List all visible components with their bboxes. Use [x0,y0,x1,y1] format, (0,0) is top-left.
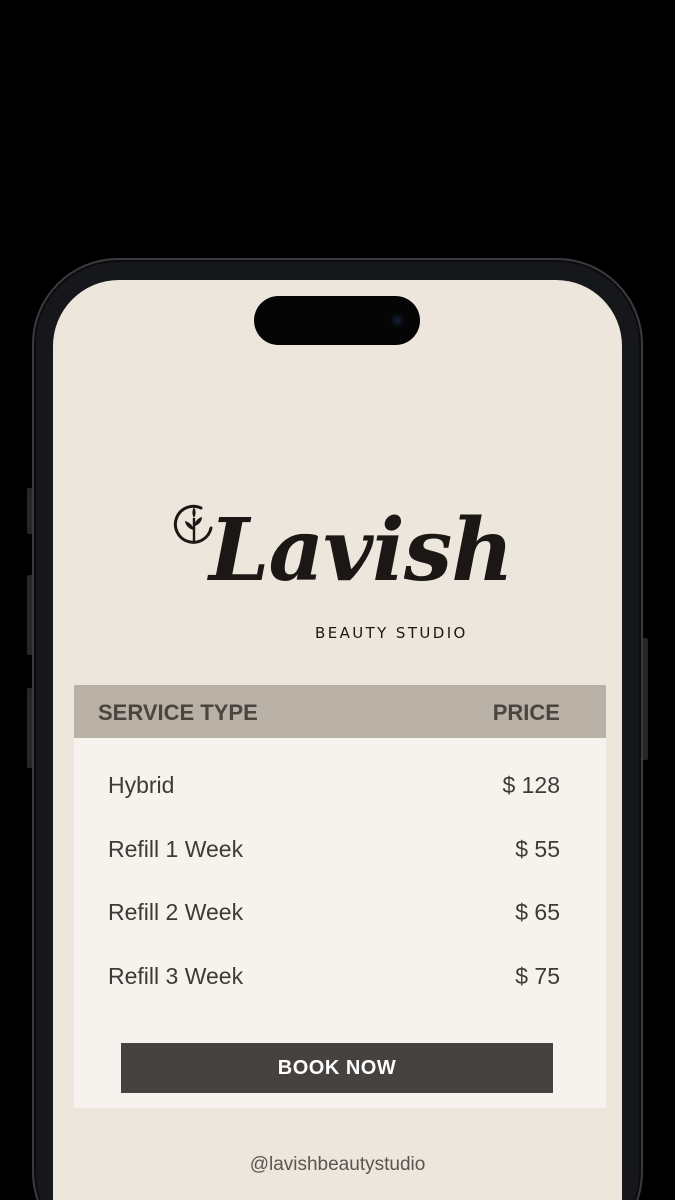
service-price: $ 65 [515,899,560,925]
service-price: $ 55 [515,836,560,862]
price-table-header: SERVICE TYPE PRICE [74,685,606,738]
service-name: Refill 2 Week [108,899,244,925]
service-name: Refill 3 Week [108,963,244,989]
book-now-button[interactable]: BOOK NOW [121,1043,553,1093]
price-header: PRICE [492,700,560,725]
service-name: Refill 1 Week [108,836,244,862]
page: Lavish BEAUTY STUDIO SERVICE TYPE PRICE … [0,0,675,1200]
table-row: Hybrid $ 128 [74,766,606,806]
service-price: $ 128 [502,772,560,798]
price-table: Hybrid $ 128 Refill 1 Week $ 55 Refill 2… [74,738,606,1108]
service-price: $ 75 [515,963,560,989]
brand-tagline: BEAUTY STUDIO [315,624,468,642]
table-row: Refill 2 Week $ 65 [74,893,606,933]
phone-screen: Lavish BEAUTY STUDIO SERVICE TYPE PRICE … [53,280,622,1200]
camera-icon [391,314,404,327]
social-handle[interactable]: @lavishbeautystudio [53,1154,622,1176]
table-row: Refill 1 Week $ 55 [74,830,606,870]
service-type-header: SERVICE TYPE [98,700,258,725]
brand-name: Lavish [209,500,514,601]
brand-logo: Lavish BEAUTY STUDIO [171,502,514,647]
service-name: Hybrid [108,772,175,798]
table-row: Refill 3 Week $ 75 [74,957,606,997]
dynamic-island [254,296,420,345]
